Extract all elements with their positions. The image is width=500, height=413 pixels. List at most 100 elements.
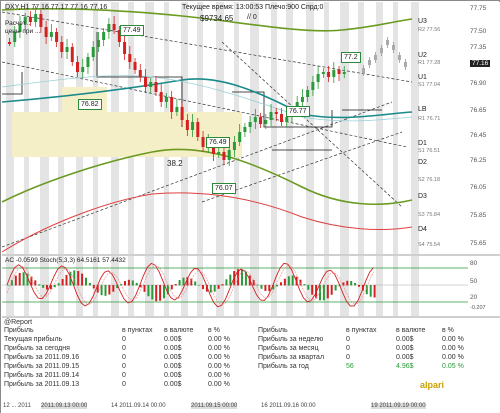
ac-bar bbox=[100, 285, 103, 296]
ac-bar bbox=[34, 280, 37, 286]
ac-bar bbox=[322, 285, 325, 301]
candle-body bbox=[285, 117, 289, 122]
ac-bar bbox=[124, 281, 126, 286]
report-cell: Прибыль за 2011.09.15 bbox=[4, 363, 80, 370]
report-cell: Прибыль за 2011.09.16 bbox=[4, 354, 80, 361]
projection-body bbox=[362, 68, 365, 73]
ac-bar bbox=[229, 274, 232, 286]
report-cell: 0.00$ bbox=[396, 354, 414, 361]
candle-body bbox=[196, 122, 200, 137]
candle-body bbox=[337, 70, 341, 74]
price-chart[interactable]: DXY,H1 77.16 77.17 77.16 77.16 Текущее в… bbox=[2, 2, 468, 254]
report-row: Прибыль за месяц 0 0.00$ 0.00 % bbox=[258, 345, 468, 353]
ac-bar bbox=[373, 285, 376, 298]
ac-bar bbox=[268, 285, 271, 292]
level-sublabel: R2 77.56 bbox=[418, 27, 441, 33]
time-label: 2011.09.13 00:00 bbox=[41, 403, 88, 409]
time-axis[interactable]: 12 ... 2011 2011.09.13 00:00 14 2011.09.… bbox=[1, 402, 500, 413]
level-label: D3 bbox=[418, 193, 427, 200]
highlight-zone bbox=[12, 112, 242, 157]
header-cell: в % bbox=[208, 327, 220, 334]
candle-body bbox=[86, 57, 90, 67]
alpari-logo: alpari bbox=[420, 380, 445, 390]
candle-body bbox=[164, 97, 168, 102]
ac-bar bbox=[221, 284, 224, 286]
symbol-line: DXY,H1 77.16 77.17 77.16 77.16 bbox=[5, 4, 108, 11]
report-cell: 0.00$ bbox=[164, 336, 182, 343]
level-label: U3 bbox=[418, 18, 427, 25]
ac-bar bbox=[92, 285, 95, 289]
time-band bbox=[324, 2, 329, 254]
report-cell: 0.00 % bbox=[208, 381, 230, 388]
ac-bar bbox=[65, 274, 68, 286]
candle-body bbox=[180, 107, 184, 120]
candle-body bbox=[327, 72, 331, 77]
report-cell: 0 bbox=[346, 336, 350, 343]
axis-price: 76.25 bbox=[470, 157, 487, 164]
level-label: D2 bbox=[418, 159, 427, 166]
ac-bar bbox=[350, 280, 353, 286]
ac-bar bbox=[104, 285, 107, 296]
projection-candles bbox=[362, 37, 407, 76]
candle-body bbox=[201, 137, 205, 147]
report-row: Текущая прибыль 0 0.00$ 0.00 % bbox=[4, 336, 254, 344]
axis-price: 76.65 bbox=[470, 107, 487, 114]
candle-body bbox=[253, 117, 257, 122]
axis-price: 77.35 bbox=[470, 44, 487, 51]
price-axis[interactable]: 77.75 77.50 77.35 77.16 76.90 76.65 76.4… bbox=[468, 2, 500, 412]
candle-body bbox=[112, 24, 116, 30]
ac-bar bbox=[330, 285, 333, 295]
time-band bbox=[376, 256, 383, 316]
time-label: 12 ... 2011 bbox=[3, 403, 31, 409]
axis-price: 76.90 bbox=[470, 80, 487, 87]
time-band bbox=[128, 256, 134, 316]
report-cell: 0.00$ bbox=[164, 345, 182, 352]
ac-bar bbox=[307, 285, 310, 290]
projection-body bbox=[380, 48, 383, 53]
indicator-title: AC -0.0599 Stoch(5,3,3) 64.5161 57.4432 bbox=[5, 257, 126, 264]
time-band bbox=[286, 256, 293, 316]
candle-body bbox=[44, 27, 48, 37]
header-cell: Прибыль bbox=[4, 327, 34, 334]
indicator-pane[interactable]: AC -0.0599 Stoch(5,3,3) 64.5161 57.4432 bbox=[2, 256, 468, 316]
report-cell: 0.00 % bbox=[442, 345, 464, 352]
header-cell: в % bbox=[442, 327, 454, 334]
ac-bar bbox=[369, 285, 372, 297]
ac-bar bbox=[112, 285, 115, 292]
report-cell: 0 bbox=[122, 336, 126, 343]
report-row: Прибыль за квартал 0 0.00$ 0.00 % bbox=[258, 354, 468, 362]
ac-bar bbox=[147, 285, 150, 297]
time-label: 19 2011.09.19 00:00 bbox=[371, 403, 426, 409]
time-band bbox=[411, 256, 419, 316]
candle-body bbox=[217, 152, 221, 154]
ac-bar bbox=[151, 285, 154, 300]
report-cell: Прибыль за месяц bbox=[258, 345, 319, 352]
candle-body bbox=[123, 42, 127, 54]
report-cell: 0.00$ bbox=[164, 372, 182, 379]
annotation-line2: цены при ... bbox=[5, 28, 41, 35]
report-cell: Прибыль за 2011.09.14 bbox=[4, 372, 80, 379]
report-cell: 0.00 % bbox=[208, 372, 230, 379]
candle-body bbox=[311, 82, 315, 90]
time-band bbox=[271, 2, 277, 254]
ac-bar bbox=[42, 285, 45, 288]
level-sublabel: S4 75.54 bbox=[418, 242, 441, 248]
ac-bar bbox=[182, 277, 185, 286]
header-cell: Прибыль bbox=[258, 327, 288, 334]
ac-bar bbox=[159, 285, 162, 301]
price-chart-svg bbox=[2, 2, 419, 254]
candle-body bbox=[149, 82, 153, 87]
ac-bar bbox=[81, 273, 84, 286]
ac-bar bbox=[202, 285, 204, 290]
report-cell: 0.00 % bbox=[208, 354, 230, 361]
ac-bar bbox=[46, 285, 48, 290]
ac-bar bbox=[135, 282, 138, 286]
ac-bar bbox=[311, 285, 314, 295]
candle-body bbox=[107, 24, 111, 32]
ac-bar bbox=[198, 285, 201, 286]
candle-body bbox=[222, 152, 226, 160]
report-cell: 0 bbox=[122, 354, 126, 361]
axis-price: 75.65 bbox=[470, 240, 487, 247]
fib-label: 38.2 bbox=[167, 159, 183, 168]
report-cell: 0.00 % bbox=[442, 336, 464, 343]
